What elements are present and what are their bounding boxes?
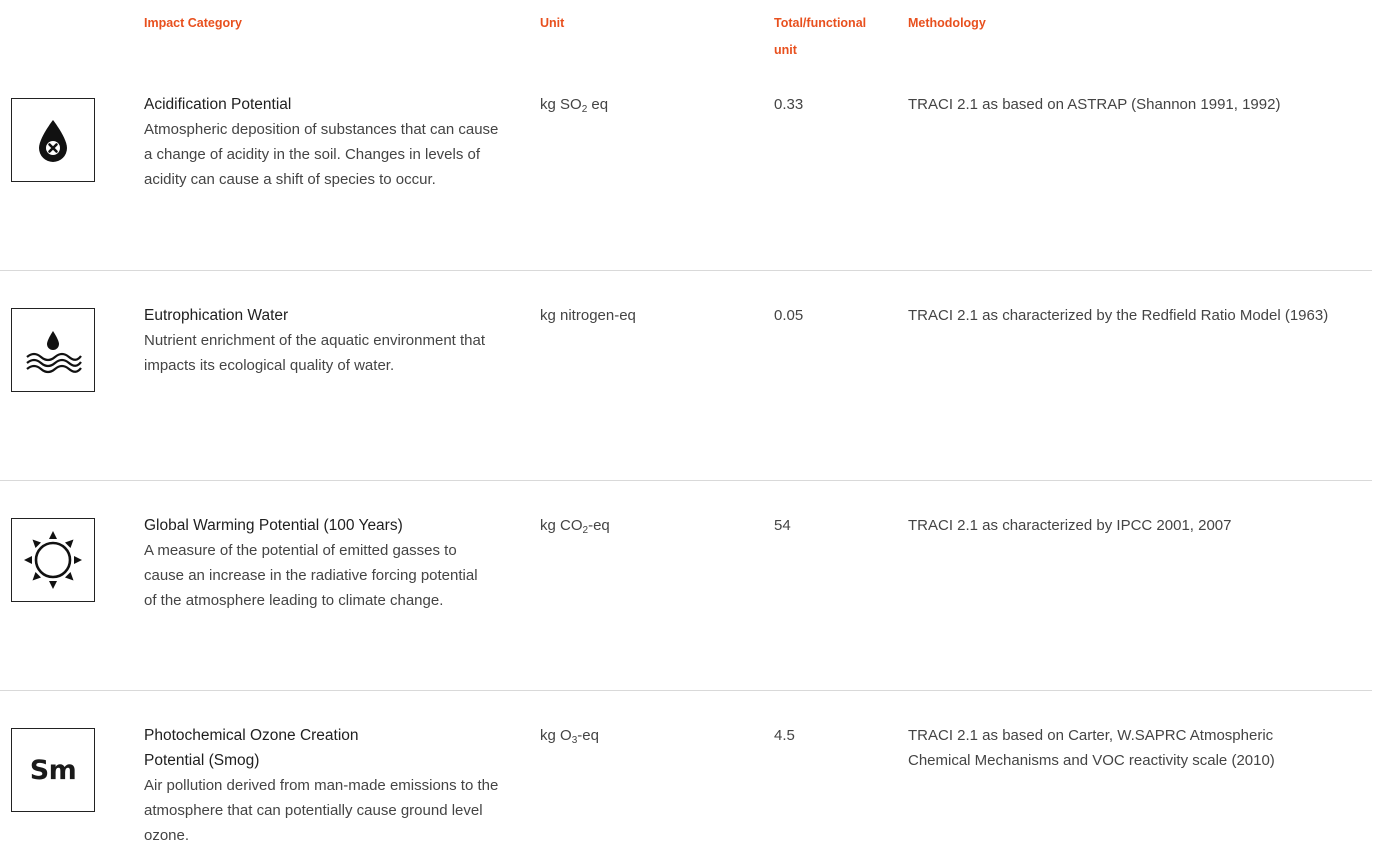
header-total-line1: Total/functional [774, 16, 867, 30]
row-global-warming-unit: kg CO2-eq [540, 513, 610, 538]
row-title: Eutrophication Water [144, 307, 289, 324]
unit-text: kg nitrogen-eq [540, 307, 636, 324]
row-divider [0, 270, 1372, 271]
drop-x-icon [39, 120, 67, 162]
unit-suffix: -eq [577, 727, 599, 744]
row-title: Photochemical Ozone Creation Potential (… [144, 727, 359, 769]
row-smog-category: Photochemical Ozone Creation Potential (… [144, 723, 506, 848]
row-acidification-total: 0.33 [774, 96, 804, 113]
header-methodology: Methodology [908, 16, 986, 30]
header-impact-category: Impact Category [144, 16, 242, 30]
unit-text: kg SO [540, 96, 582, 113]
row-eutrophication-total: 0.05 [774, 307, 804, 324]
smog-icon-frame: Sm [11, 728, 95, 812]
drop-waves-icon [26, 331, 82, 374]
row-acidification-methodology: TRACI 2.1 as based on ASTRAP (Shannon 19… [908, 96, 1281, 113]
row-title: Acidification Potential [144, 96, 292, 113]
row-eutrophication-unit: kg nitrogen-eq [540, 303, 636, 328]
unit-text: kg CO [540, 517, 583, 534]
row-global-warming-methodology: TRACI 2.1 as characterized by IPCC 2001,… [908, 517, 1232, 534]
row-eutrophication-category: Eutrophication Water Nutrient enrichment… [144, 303, 509, 378]
header-total-functional-unit: Total/functional unit [774, 10, 866, 64]
row-description: A measure of the potential of emitted ga… [144, 542, 478, 609]
row-title: Global Warming Potential (100 Years) [144, 517, 403, 534]
header-total-line2: unit [774, 43, 797, 57]
row-divider [0, 480, 1372, 481]
unit-text: kg O [540, 727, 572, 744]
row-description: Air pollution derived from man-made emis… [144, 777, 499, 844]
unit-suffix: eq [587, 96, 609, 113]
row-smog-total: 4.5 [774, 727, 795, 744]
unit-suffix: -eq [588, 517, 610, 534]
row-eutrophication-methodology: TRACI 2.1 as characterized by the Redfie… [908, 307, 1329, 324]
row-smog-unit: kg O3-eq [540, 723, 599, 748]
eutrophication-icon-frame [11, 308, 95, 392]
row-divider [0, 690, 1372, 691]
acidification-icon-frame [11, 98, 95, 182]
row-global-warming-category: Global Warming Potential (100 Years) A m… [144, 513, 489, 613]
row-acidification-category: Acidification Potential Atmospheric depo… [144, 92, 509, 192]
row-acidification-unit: kg SO2 eq [540, 92, 608, 117]
smog-icon: Sm [29, 754, 77, 786]
header-unit: Unit [540, 16, 565, 30]
row-global-warming-total: 54 [774, 517, 791, 534]
row-smog-methodology: TRACI 2.1 as based on Carter, W.SAPRC At… [908, 727, 1275, 769]
row-description: Atmospheric deposition of substances tha… [144, 121, 499, 188]
sun-icon [24, 531, 82, 589]
row-description: Nutrient enrichment of the aquatic envir… [144, 332, 486, 374]
global-warming-icon-frame [11, 518, 95, 602]
